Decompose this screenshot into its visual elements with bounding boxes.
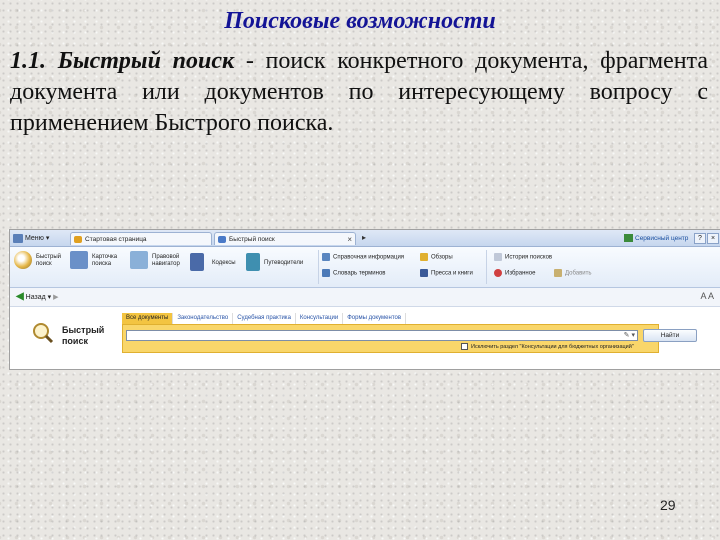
- app-screenshot: Меню ▾ Стартовая страница Быстрый поиск ×…: [9, 229, 720, 370]
- codexes-button[interactable]: Кодексы: [190, 253, 244, 277]
- input-hint-icons[interactable]: ✎ ▾: [624, 331, 635, 340]
- ribbon-label: Карточка поиска: [92, 254, 118, 267]
- ribbon-label: Путеводители: [264, 260, 304, 266]
- panel-title: Быстрый поиск: [62, 325, 105, 346]
- service-center-label: Сервисный центр: [635, 235, 689, 242]
- help-icon[interactable]: ?: [694, 233, 706, 244]
- pen-icon: [420, 253, 428, 261]
- reference-info-button[interactable]: Справочная информация: [322, 253, 404, 263]
- tab-bar: Меню ▾ Стартовая страница Быстрый поиск ×…: [10, 230, 720, 247]
- favorites-button[interactable]: Избранное: [494, 269, 535, 279]
- tab-legislation[interactable]: Законодательство: [173, 313, 234, 324]
- tab-document-forms[interactable]: Формы документов: [343, 313, 407, 324]
- book-icon: [420, 269, 428, 277]
- codex-book-icon: [190, 253, 204, 271]
- quick-search-button[interactable]: Быстрый поиск: [14, 251, 66, 281]
- star-icon: [494, 269, 502, 277]
- close-icon[interactable]: ×: [347, 233, 352, 245]
- dictionary-icon: [322, 269, 330, 277]
- slide-lead: 1.1. Быстрый поиск: [10, 48, 235, 74]
- ribbon-divider: [486, 250, 487, 284]
- ribbon-label: Быстрый поиск: [36, 254, 61, 267]
- ribbon-label: Обзоры: [431, 254, 453, 261]
- guide-icon: [246, 253, 260, 271]
- add-icon: [554, 269, 562, 277]
- info-icon: [322, 253, 330, 261]
- search-box: ✎ ▾ Найти Исключить раздел "Консультации…: [122, 324, 697, 353]
- magnifier-icon: [33, 323, 54, 344]
- ribbon-label: Избранное: [505, 270, 536, 277]
- tab-label: Стартовая страница: [85, 236, 147, 243]
- reviews-button[interactable]: Обзоры: [420, 253, 453, 263]
- slide-title: Поисковые возможности: [224, 8, 496, 34]
- nav-bar: ◀ Назад ▾ ▶ A A: [10, 288, 720, 307]
- tab-consultations[interactable]: Консультации: [296, 313, 344, 324]
- tabs-scroll-right-icon[interactable]: ▸: [362, 233, 366, 242]
- ribbon-label: Словарь терминов: [333, 270, 386, 277]
- magnifier-icon: [14, 251, 32, 269]
- exclude-label: Исключить раздел "Консультации для бюдже…: [471, 344, 634, 350]
- close-window-icon[interactable]: ×: [707, 233, 719, 244]
- ribbon-toolbar: Быстрый поиск Карточка поиска Правовой н…: [10, 247, 720, 288]
- arrow-left-icon: ◀: [16, 291, 24, 302]
- page-number: 29: [660, 497, 676, 513]
- home-tab-icon: [74, 236, 82, 243]
- search-tab-icon: [218, 236, 226, 243]
- tab-quick-search[interactable]: Быстрый поиск ×: [214, 232, 356, 245]
- legal-navigator-button[interactable]: Правовой навигатор: [130, 251, 188, 281]
- tab-label: Быстрый поиск: [229, 236, 275, 243]
- ribbon-divider: [318, 250, 319, 284]
- ribbon-label: Кодексы: [212, 260, 236, 266]
- card-search-button[interactable]: Карточка поиска: [70, 251, 128, 281]
- app-menu-button[interactable]: Меню ▾: [13, 233, 67, 244]
- search-tabs: Все документы Законодательство Судебная пр…: [122, 313, 407, 324]
- ribbon-label: Добавить: [565, 270, 592, 277]
- find-button[interactable]: Найти: [643, 329, 697, 342]
- service-center-link[interactable]: Сервисный центр: [624, 233, 688, 244]
- app-menu-label: Меню: [25, 235, 44, 242]
- service-center-icon: [624, 234, 633, 243]
- back-button[interactable]: ◀ Назад ▾ ▶: [16, 292, 59, 303]
- search-input[interactable]: ✎ ▾: [126, 330, 638, 341]
- search-history-button[interactable]: История поисков: [494, 253, 552, 263]
- quick-search-panel: Быстрый поиск Все документы Законодательс…: [10, 307, 720, 369]
- back-label: Назад: [25, 293, 46, 301]
- ribbon-label: Пресса и книги: [431, 270, 473, 277]
- ribbon-label: Справочная информация: [333, 254, 405, 261]
- ribbon-label: Правовой навигатор: [152, 254, 180, 267]
- tab-start-page[interactable]: Стартовая страница: [70, 232, 212, 245]
- arrow-right-icon[interactable]: ▶: [53, 294, 58, 301]
- font-size-control[interactable]: A A: [700, 291, 714, 301]
- history-icon: [494, 253, 502, 261]
- navigator-icon: [130, 251, 148, 269]
- app-logo-icon: [13, 233, 23, 243]
- tab-court-practice[interactable]: Судебная практика: [233, 313, 296, 324]
- add-favorite-button[interactable]: Добавить: [554, 269, 592, 279]
- term-dictionary-button[interactable]: Словарь терминов: [322, 269, 386, 279]
- exclude-consultations-option[interactable]: Исключить раздел "Консультации для бюдже…: [461, 343, 634, 351]
- slide-body: 1.1. Быстрый поиск - поиск конкретного д…: [10, 46, 708, 139]
- guides-button[interactable]: Путеводители: [246, 253, 316, 277]
- tab-all-documents[interactable]: Все документы: [122, 313, 174, 324]
- card-icon: [70, 251, 88, 269]
- checkbox[interactable]: [461, 343, 468, 351]
- ribbon-label: История поисков: [505, 254, 553, 261]
- press-books-button[interactable]: Пресса и книги: [420, 269, 473, 279]
